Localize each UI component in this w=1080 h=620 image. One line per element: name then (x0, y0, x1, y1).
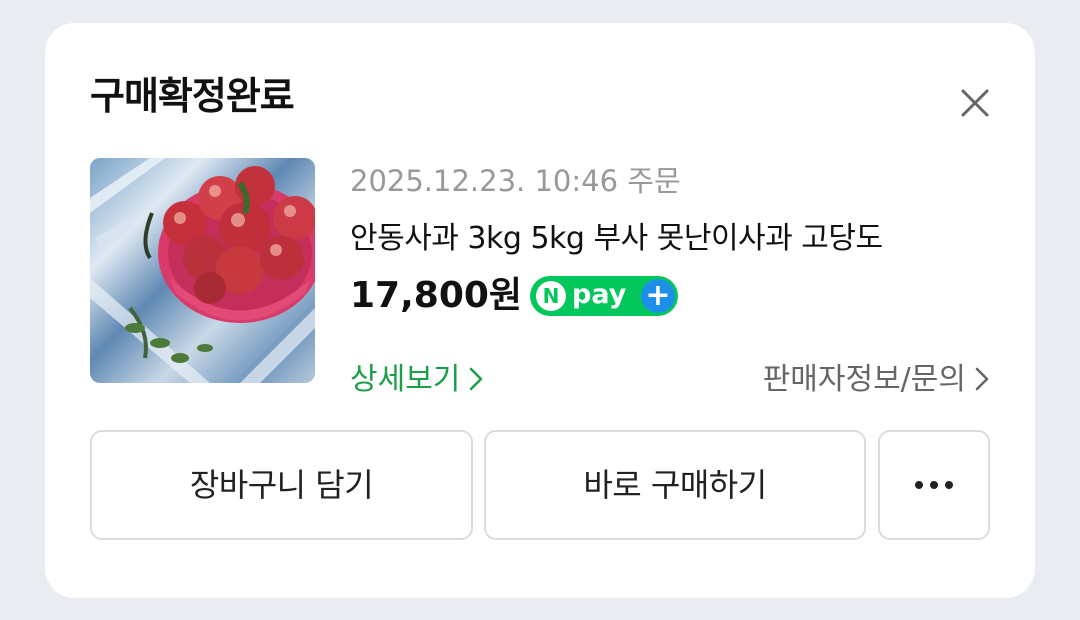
order-date: 2025.12.23. 10:46 주문 (350, 164, 681, 198)
more-horizontal-icon (915, 481, 953, 489)
product-thumbnail[interactable] (90, 158, 315, 383)
detail-link-label: 상세보기 (350, 362, 461, 397)
product-name[interactable]: 안동사과 3kg 5kg 부사 못난이사과 고당도 (350, 220, 883, 258)
product-price: 17,800원 (350, 275, 523, 316)
purchase-confirmed-card: 구매확정완료 2025.12.23. 10:46 주문 안동사과 3kg 5kg… (45, 23, 1035, 598)
npay-plus-badge: N pay + (530, 276, 678, 316)
detail-link[interactable]: 상세보기 (350, 360, 484, 400)
plus-icon: + (641, 279, 675, 313)
add-to-cart-button[interactable]: 장바구니 담기 (90, 430, 473, 540)
close-icon[interactable] (955, 83, 995, 123)
chevron-right-icon (975, 367, 989, 390)
seller-info-label: 판매자정보/문의 (762, 362, 966, 397)
seller-info-link[interactable]: 판매자정보/문의 (763, 360, 990, 400)
npay-n-icon: N (536, 281, 566, 311)
more-options-button[interactable] (878, 430, 990, 540)
chevron-right-icon (470, 367, 483, 390)
dialog-title: 구매확정완료 (90, 74, 295, 118)
npay-label: pay (572, 279, 627, 310)
buy-now-button[interactable]: 바로 구매하기 (484, 430, 866, 540)
